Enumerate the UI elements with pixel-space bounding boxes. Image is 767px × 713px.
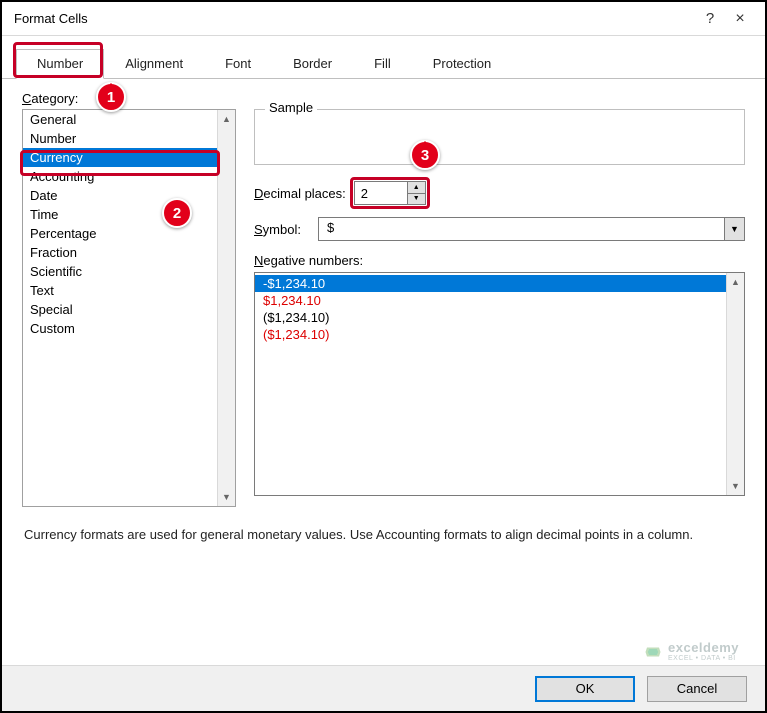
tab-panel-number: Category: GeneralNumberCurrencyAccountin… [2, 79, 765, 507]
category-listbox[interactable]: GeneralNumberCurrencyAccountingDateTimeP… [22, 109, 236, 507]
watermark-text: exceldemy EXCEL • DATA • BI [668, 641, 739, 663]
options-column: Sample Decimal places: ▲ ▼ Symbol: $ ▼ [254, 91, 745, 507]
button-bar: OK Cancel [2, 665, 765, 711]
decimal-row: Decimal places: ▲ ▼ [254, 181, 745, 205]
watermark: exceldemy EXCEL • DATA • BI [644, 641, 739, 663]
symbol-select[interactable]: $ ▼ [318, 217, 745, 241]
negative-item[interactable]: -$1,234.10 [255, 275, 726, 292]
negative-item[interactable]: ($1,234.10) [255, 326, 726, 343]
category-item[interactable]: Accounting [23, 167, 217, 186]
negative-item[interactable]: $1,234.10 [255, 292, 726, 309]
scrollbar[interactable]: ▲ ▼ [726, 273, 744, 495]
category-item[interactable]: Currency [23, 148, 217, 167]
cancel-button[interactable]: Cancel [647, 676, 747, 702]
category-item[interactable]: Date [23, 186, 217, 205]
chevron-down-icon[interactable]: ▼ [724, 218, 744, 240]
scroll-down-icon[interactable]: ▼ [218, 488, 235, 506]
negative-label: Negative numbers: [254, 253, 745, 268]
negative-listbox[interactable]: -$1,234.10$1,234.10($1,234.10)($1,234.10… [254, 272, 745, 496]
category-item[interactable]: Special [23, 300, 217, 319]
tab-border[interactable]: Border [272, 49, 353, 79]
decimal-spinner[interactable]: ▲ ▼ [354, 181, 426, 205]
ok-button[interactable]: OK [535, 676, 635, 702]
scroll-up-icon[interactable]: ▲ [727, 273, 744, 291]
category-label: Category: [22, 91, 236, 106]
tab-fill[interactable]: Fill [353, 49, 412, 79]
symbol-label: Symbol: [254, 222, 310, 237]
sample-legend: Sample [265, 100, 317, 115]
tab-font[interactable]: Font [204, 49, 272, 79]
negative-item[interactable]: ($1,234.10) [255, 309, 726, 326]
category-item[interactable]: Text [23, 281, 217, 300]
tab-protection[interactable]: Protection [412, 49, 513, 79]
scroll-up-icon[interactable]: ▲ [218, 110, 235, 128]
decimal-input[interactable] [355, 182, 407, 204]
symbol-value: $ [319, 218, 724, 240]
exceldemy-logo-icon [644, 643, 662, 661]
tab-alignment[interactable]: Alignment [104, 49, 204, 79]
decimal-label: Decimal places: [254, 186, 346, 201]
category-item[interactable]: Percentage [23, 224, 217, 243]
spinner-down-icon[interactable]: ▼ [408, 193, 425, 205]
category-column: Category: GeneralNumberCurrencyAccountin… [22, 91, 236, 507]
spinner-up-icon[interactable]: ▲ [408, 182, 425, 193]
category-item[interactable]: General [23, 110, 217, 129]
tab-number[interactable]: Number [16, 49, 104, 79]
category-item[interactable]: Number [23, 129, 217, 148]
sample-frame: Sample [254, 109, 745, 165]
tabstrip: Number Alignment Font Border Fill Protec… [2, 36, 765, 79]
category-item[interactable]: Time [23, 205, 217, 224]
title-bar: Format Cells ? × [2, 2, 765, 36]
close-button[interactable]: × [725, 10, 755, 28]
format-description: Currency formats are used for general mo… [2, 507, 765, 545]
window-title: Format Cells [14, 11, 695, 26]
scroll-down-icon[interactable]: ▼ [727, 477, 744, 495]
category-item[interactable]: Fraction [23, 243, 217, 262]
category-item[interactable]: Custom [23, 319, 217, 338]
category-item[interactable]: Scientific [23, 262, 217, 281]
symbol-row: Symbol: $ ▼ [254, 217, 745, 241]
help-button[interactable]: ? [695, 10, 725, 27]
scrollbar[interactable]: ▲ ▼ [217, 110, 235, 506]
